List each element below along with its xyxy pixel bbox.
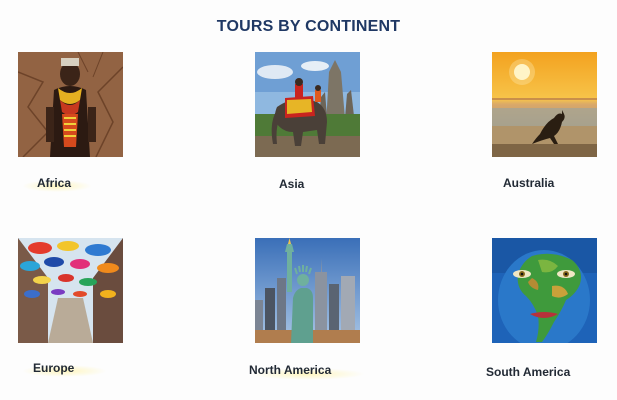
continent-tile-europe[interactable]: [18, 238, 123, 343]
statue-of-liberty-skyline-photo: [255, 238, 360, 343]
continent-label-europe[interactable]: Europe: [33, 361, 74, 375]
continent-tile-south-america[interactable]: [492, 238, 597, 343]
face-painted-continent-photo: [492, 238, 597, 343]
continent-tile-asia[interactable]: [255, 52, 360, 157]
colorful-umbrellas-street-photo: [18, 238, 123, 343]
continent-label-north-america[interactable]: North America: [249, 363, 331, 377]
continent-tile-australia[interactable]: [492, 52, 597, 157]
continent-label-south-america[interactable]: South America: [486, 365, 570, 379]
elephant-angkor-temple-photo: [255, 52, 360, 157]
page-title: TOURS BY CONTINENT: [216, 18, 401, 35]
continent-label-africa[interactable]: Africa: [37, 176, 71, 190]
continent-label-australia[interactable]: Australia: [503, 176, 554, 190]
kangaroo-sunset-beach-photo: [492, 52, 597, 157]
african-tribal-warrior-photo: [18, 52, 123, 157]
continent-label-asia[interactable]: Asia: [279, 177, 304, 191]
continent-tile-north-america[interactable]: [255, 238, 360, 343]
continent-tile-africa[interactable]: [18, 52, 123, 157]
